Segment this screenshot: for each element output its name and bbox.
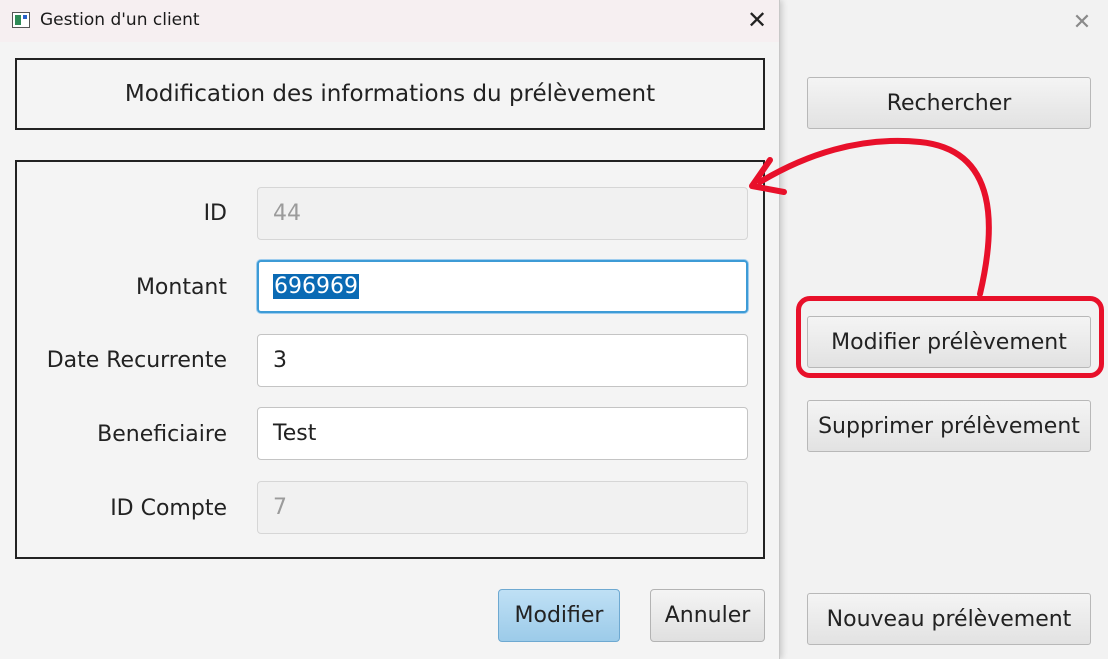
edit-dialog: Gestion d'un client ✕ Modification des i…	[0, 0, 780, 659]
main-window-close-icon[interactable]: ✕	[1070, 10, 1094, 34]
dialog-close-icon[interactable]: ✕	[744, 8, 770, 34]
modifier-button[interactable]: Modifier	[498, 589, 620, 642]
beneficiaire-field-value: Test	[273, 421, 317, 446]
highlight-box	[796, 296, 1104, 378]
dialog-titlebar: Gestion d'un client ✕	[0, 0, 779, 42]
id-label: ID	[203, 201, 227, 226]
id-compte-field-value: 7	[273, 495, 287, 520]
beneficiaire-label: Beneficiaire	[97, 422, 227, 447]
app-icon	[12, 12, 30, 28]
date-recurrente-field-value: 3	[273, 348, 287, 373]
dialog-header: Modification des informations du prélève…	[15, 58, 765, 130]
montant-field-value: 696969	[273, 274, 359, 299]
beneficiaire-field[interactable]: Test	[257, 407, 748, 460]
nouveau-prelevement-button[interactable]: Nouveau prélèvement	[807, 593, 1091, 645]
date-recurrente-field[interactable]: 3	[257, 334, 748, 387]
montant-label: Montant	[135, 275, 227, 300]
id-field-value: 44	[273, 201, 301, 226]
rechercher-button[interactable]: Rechercher	[807, 77, 1091, 129]
id-compte-label: ID Compte	[110, 496, 227, 521]
supprimer-prelevement-button[interactable]: Supprimer prélèvement	[807, 400, 1091, 452]
annuler-button[interactable]: Annuler	[650, 589, 765, 642]
montant-field[interactable]: 696969	[257, 260, 748, 313]
date-recurrente-label: Date Recurrente	[46, 348, 227, 373]
id-field: 44	[257, 187, 748, 240]
id-compte-field: 7	[257, 481, 748, 534]
dialog-title: Gestion d'un client	[40, 10, 200, 30]
